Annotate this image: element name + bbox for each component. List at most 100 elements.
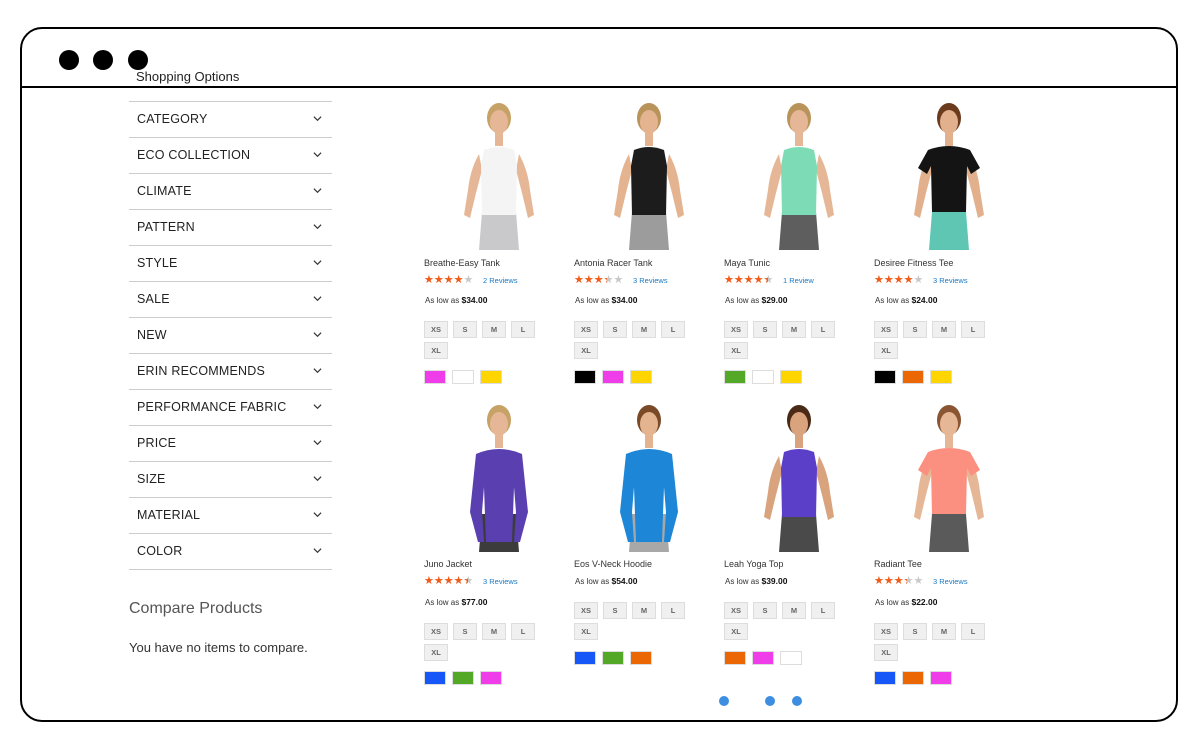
color-swatch[interactable] [930,671,952,685]
color-swatch[interactable] [930,370,952,384]
size-option-xs[interactable]: XS [574,602,598,619]
page-dot-3[interactable] [792,696,802,706]
size-option-xl[interactable]: XL [874,342,898,359]
size-option-xl[interactable]: XL [874,644,898,661]
size-option-m[interactable]: M [782,321,806,338]
color-swatch[interactable] [724,651,746,665]
close-window-button[interactable] [59,50,79,70]
reviews-link[interactable]: 3 Reviews [933,577,968,586]
color-swatch[interactable] [752,370,774,384]
color-swatch[interactable] [724,370,746,384]
reviews-link[interactable]: 1 Review [783,276,814,285]
reviews-link[interactable]: 3 Reviews [633,276,668,285]
size-option-xl[interactable]: XL [424,644,448,661]
product-name[interactable]: Leah Yoga Top [724,559,783,569]
size-option-xs[interactable]: XS [724,602,748,619]
size-option-m[interactable]: M [932,321,956,338]
color-swatch[interactable] [902,671,924,685]
size-option-xl[interactable]: XL [424,342,448,359]
filter-sale[interactable]: SALE [129,282,332,318]
size-option-xs[interactable]: XS [724,321,748,338]
size-option-s[interactable]: S [903,623,927,640]
size-option-m[interactable]: M [482,321,506,338]
color-swatch[interactable] [902,370,924,384]
size-option-xs[interactable]: XS [874,623,898,640]
color-swatch[interactable] [602,370,624,384]
size-option-l[interactable]: L [811,602,835,619]
size-option-s[interactable]: S [753,321,777,338]
size-option-l[interactable]: L [661,321,685,338]
size-option-xs[interactable]: XS [424,623,448,640]
filter-category[interactable]: CATEGORY [129,102,332,138]
page-dot-2[interactable] [765,696,775,706]
color-swatch[interactable] [780,651,802,665]
filter-style[interactable]: STYLE [129,246,332,282]
color-swatch[interactable] [602,651,624,665]
product-image[interactable] [874,392,1024,552]
color-swatch[interactable] [574,651,596,665]
filter-performance-fabric[interactable]: PERFORMANCE FABRIC [129,390,332,426]
size-option-xl[interactable]: XL [724,342,748,359]
color-swatch[interactable] [480,370,502,384]
size-option-l[interactable]: L [511,623,535,640]
minimize-window-button[interactable] [93,50,113,70]
filter-erin-recommends[interactable]: ERIN RECOMMENDS [129,354,332,390]
filter-eco-collection[interactable]: ECO COLLECTION [129,138,332,174]
product-image[interactable] [424,392,574,552]
size-option-s[interactable]: S [903,321,927,338]
size-option-s[interactable]: S [453,623,477,640]
product-image[interactable] [874,90,1024,250]
filter-color[interactable]: COLOR [129,534,332,570]
size-option-s[interactable]: S [603,602,627,619]
reviews-link[interactable]: 2 Reviews [483,276,518,285]
color-swatch[interactable] [424,370,446,384]
color-swatch[interactable] [480,671,502,685]
color-swatch[interactable] [874,671,896,685]
size-option-xs[interactable]: XS [874,321,898,338]
product-name[interactable]: Antonia Racer Tank [574,258,652,268]
size-option-s[interactable]: S [453,321,477,338]
filter-size[interactable]: SIZE [129,462,332,498]
product-name[interactable]: Eos V-Neck Hoodie [574,559,652,569]
size-option-s[interactable]: S [753,602,777,619]
product-image[interactable] [724,392,874,552]
size-option-m[interactable]: M [632,602,656,619]
product-name[interactable]: Desiree Fitness Tee [874,258,953,268]
size-option-m[interactable]: M [482,623,506,640]
page-dot-1[interactable] [719,696,729,706]
color-swatch[interactable] [780,370,802,384]
size-option-l[interactable]: L [961,321,985,338]
size-option-m[interactable]: M [632,321,656,338]
product-name[interactable]: Maya Tunic [724,258,770,268]
filter-new[interactable]: NEW [129,318,332,354]
size-option-l[interactable]: L [661,602,685,619]
product-name[interactable]: Radiant Tee [874,559,922,569]
filter-price[interactable]: PRICE [129,426,332,462]
size-option-l[interactable]: L [811,321,835,338]
product-image[interactable] [424,90,574,250]
product-image[interactable] [724,90,874,250]
color-swatch[interactable] [874,370,896,384]
product-image[interactable] [574,392,724,552]
size-option-xl[interactable]: XL [574,342,598,359]
filter-material[interactable]: MATERIAL [129,498,332,534]
size-option-l[interactable]: L [961,623,985,640]
size-option-xl[interactable]: XL [724,623,748,640]
size-option-xl[interactable]: XL [574,623,598,640]
size-option-s[interactable]: S [603,321,627,338]
product-image[interactable] [574,90,724,250]
size-option-m[interactable]: M [782,602,806,619]
color-swatch[interactable] [452,671,474,685]
filter-climate[interactable]: CLIMATE [129,174,332,210]
color-swatch[interactable] [630,651,652,665]
reviews-link[interactable]: 3 Reviews [933,276,968,285]
color-swatch[interactable] [452,370,474,384]
size-option-m[interactable]: M [932,623,956,640]
size-option-l[interactable]: L [511,321,535,338]
size-option-xs[interactable]: XS [574,321,598,338]
product-name[interactable]: Breathe-Easy Tank [424,258,500,268]
size-option-xs[interactable]: XS [424,321,448,338]
color-swatch[interactable] [630,370,652,384]
reviews-link[interactable]: 3 Reviews [483,577,518,586]
filter-pattern[interactable]: PATTERN [129,210,332,246]
